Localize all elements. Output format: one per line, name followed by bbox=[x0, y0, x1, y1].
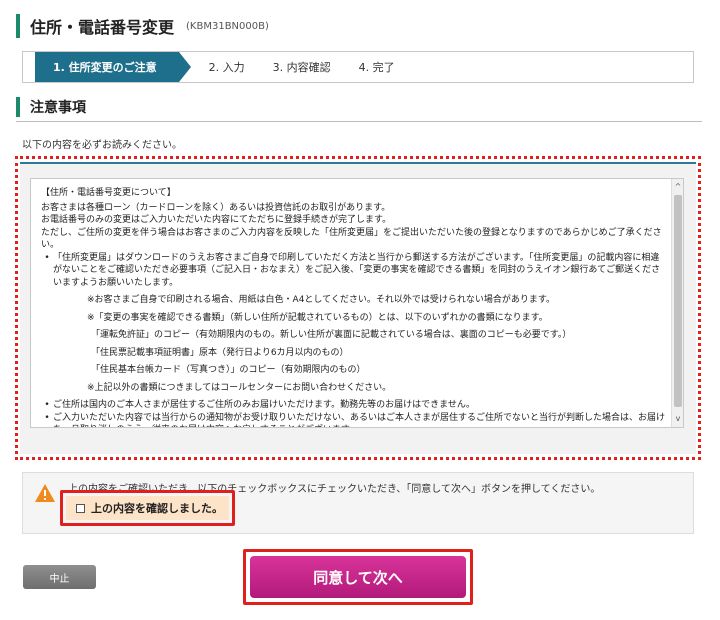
document-item: 「住民票記載事項証明書」原本（発行日より6カ月以内のもの） bbox=[91, 347, 349, 358]
page-title-text: 住所・電話番号変更 bbox=[30, 18, 175, 37]
cancel-button[interactable]: 中止 bbox=[23, 565, 96, 589]
scroll-up-arrow-icon[interactable]: ^ bbox=[672, 181, 683, 193]
section-accent-bar bbox=[16, 97, 20, 117]
document-item: 「運転免許証」のコピー（有効期限内のもの。新しい住所が裏面に記載されている場合は… bbox=[91, 330, 572, 340]
step-3: 3. 内容確認 bbox=[272, 61, 331, 74]
agree-next-button[interactable]: 同意して次へ bbox=[250, 556, 466, 598]
title-accent-bar bbox=[16, 14, 20, 38]
bullet-text: ご入力いただいた内容では当行からの通知物がお受け取りいただけない、あるいはご本人… bbox=[53, 412, 666, 428]
section-title: 注意事項 bbox=[16, 96, 86, 118]
confirm-checkbox-label[interactable]: 上の内容を確認しました。 bbox=[91, 500, 223, 516]
notice-note: ※お客さまご自身で印刷される場合、用紙は白色・A4としてください。それ以外では受… bbox=[87, 295, 555, 305]
warning-icon bbox=[35, 484, 55, 502]
step-4: 4. 完了 bbox=[358, 61, 395, 74]
notice-bullet: • ご入力いただいた内容では当行からの通知物がお受け取りいただけない、あるいはご… bbox=[41, 412, 667, 428]
confirm-checkbox-row[interactable]: 上の内容を確認しました。 bbox=[66, 496, 229, 520]
notice-note: ※「変更の事実を確認できる書類」（新しい住所が記載されているもの）とは、以下のい… bbox=[87, 312, 548, 323]
notice-bullet: • 「住所変更届」はダウンロードのうえお客さまご自身で印刷していただく方法と当行… bbox=[41, 252, 667, 290]
scroll-thumb[interactable] bbox=[674, 195, 682, 407]
notice-scrollbar[interactable]: ^ v bbox=[671, 179, 683, 427]
confirm-checkbox[interactable] bbox=[76, 503, 85, 513]
page-title: 住所・電話番号変更 (KBM31BN000B) bbox=[16, 14, 269, 38]
step-indicator: 1. 住所変更のご注意 2. 入力 3. 内容確認 4. 完了 bbox=[22, 51, 694, 83]
bullet-mark: • bbox=[44, 400, 50, 410]
notice-paragraph: お客さまは各種ローン（カードローンを除く）あるいは投資信託のお取引があります。 bbox=[41, 202, 391, 213]
notice-note: ※上記以外の書類につきましてはコールセンターにお問い合わせください。 bbox=[87, 382, 392, 393]
bullet-text: ご住所は国内のご本人さまが居住するご住所のみお届けいただけます。勤務先等のお届け… bbox=[53, 400, 475, 410]
section-title-text: 注意事項 bbox=[30, 100, 86, 116]
step-2: 2. 入力 bbox=[208, 61, 245, 74]
lead-text: 以下の内容を必ずお読みください。 bbox=[22, 140, 182, 151]
scroll-down-arrow-icon[interactable]: v bbox=[672, 413, 683, 425]
notice-bullet: • ご住所は国内のご本人さまが居住するご住所のみお届けいただけます。勤務先等のお… bbox=[41, 399, 667, 412]
notice-content: 【住所・電話番号変更について】 お客さまは各種ローン（カードローンを除く）あるい… bbox=[41, 187, 667, 428]
bullet-mark: • bbox=[44, 252, 50, 263]
section-divider bbox=[16, 121, 702, 122]
notice-heading: 【住所・電話番号変更について】 bbox=[41, 188, 176, 198]
notice-paragraph: ただし、ご住所の変更を伴う場合はお客さまのご入力内容を反映した「住所変更届」をご… bbox=[41, 227, 662, 251]
bullet-mark: • bbox=[44, 412, 50, 423]
screen-code: (KBM31BN000B) bbox=[186, 20, 269, 32]
notice-scroll-box[interactable]: 【住所・電話番号変更について】 お客さまは各種ローン（カードローンを除く）あるい… bbox=[30, 178, 684, 428]
document-item: 「住民基本台帳カード（写真つき）」のコピー（有効期限内のもの） bbox=[91, 365, 366, 375]
step-1-current: 1. 住所変更のご注意 bbox=[35, 52, 191, 82]
notice-paragraph: お電話番号のみの変更はご入力いただいた内容にてただちに登録手続きが完了します。 bbox=[41, 215, 392, 225]
bullet-text: 「住所変更届」はダウンロードのうえお客さまご自身で印刷していただく方法と当行から… bbox=[53, 252, 661, 288]
